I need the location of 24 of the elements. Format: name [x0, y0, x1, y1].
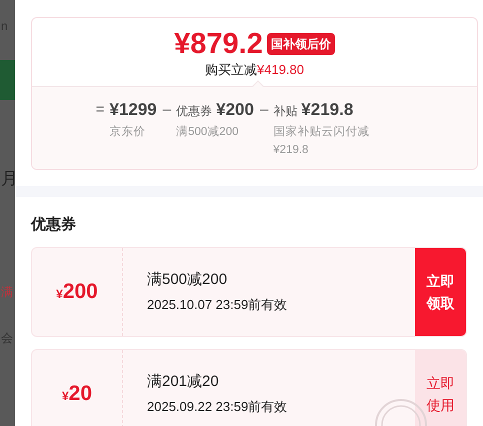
component-note: 国家补贴云闪付减¥219.8 [273, 124, 370, 158]
operator: – [162, 100, 172, 120]
final-price: ¥879.2 [174, 27, 263, 61]
operator: – [260, 100, 268, 120]
coupon-condition: 满201减20 [147, 372, 219, 392]
component-amount: ¥200 [216, 99, 254, 121]
component-note: 京东价 [109, 124, 146, 140]
component-amount: ¥219.8 [301, 99, 354, 121]
section-title: 优惠券 [31, 215, 76, 235]
coupon-validity: 2025.10.07 23:59前有效 [147, 296, 288, 314]
claim-button[interactable]: 立即领取 [415, 248, 466, 336]
price-badge: 国补领后价 [266, 33, 335, 55]
saving-text: 购买立减¥419.80 [205, 61, 304, 79]
component-name: 优惠券 [176, 103, 212, 120]
component-amount: ¥1299 [109, 99, 157, 121]
component-name: 补贴 [273, 103, 298, 120]
coupon-condition: 满500减200 [147, 270, 228, 290]
coupon-validity: 2025.09.22 23:59前有效 [147, 398, 288, 416]
component-note: 满500减200 [176, 124, 238, 140]
coupon-value: ¥200 [56, 278, 98, 305]
background-text: 满 [1, 286, 13, 298]
use-button[interactable]: 立即使用 [415, 350, 466, 426]
operator: = [96, 100, 104, 120]
coupon-value: ¥20 [62, 380, 92, 407]
